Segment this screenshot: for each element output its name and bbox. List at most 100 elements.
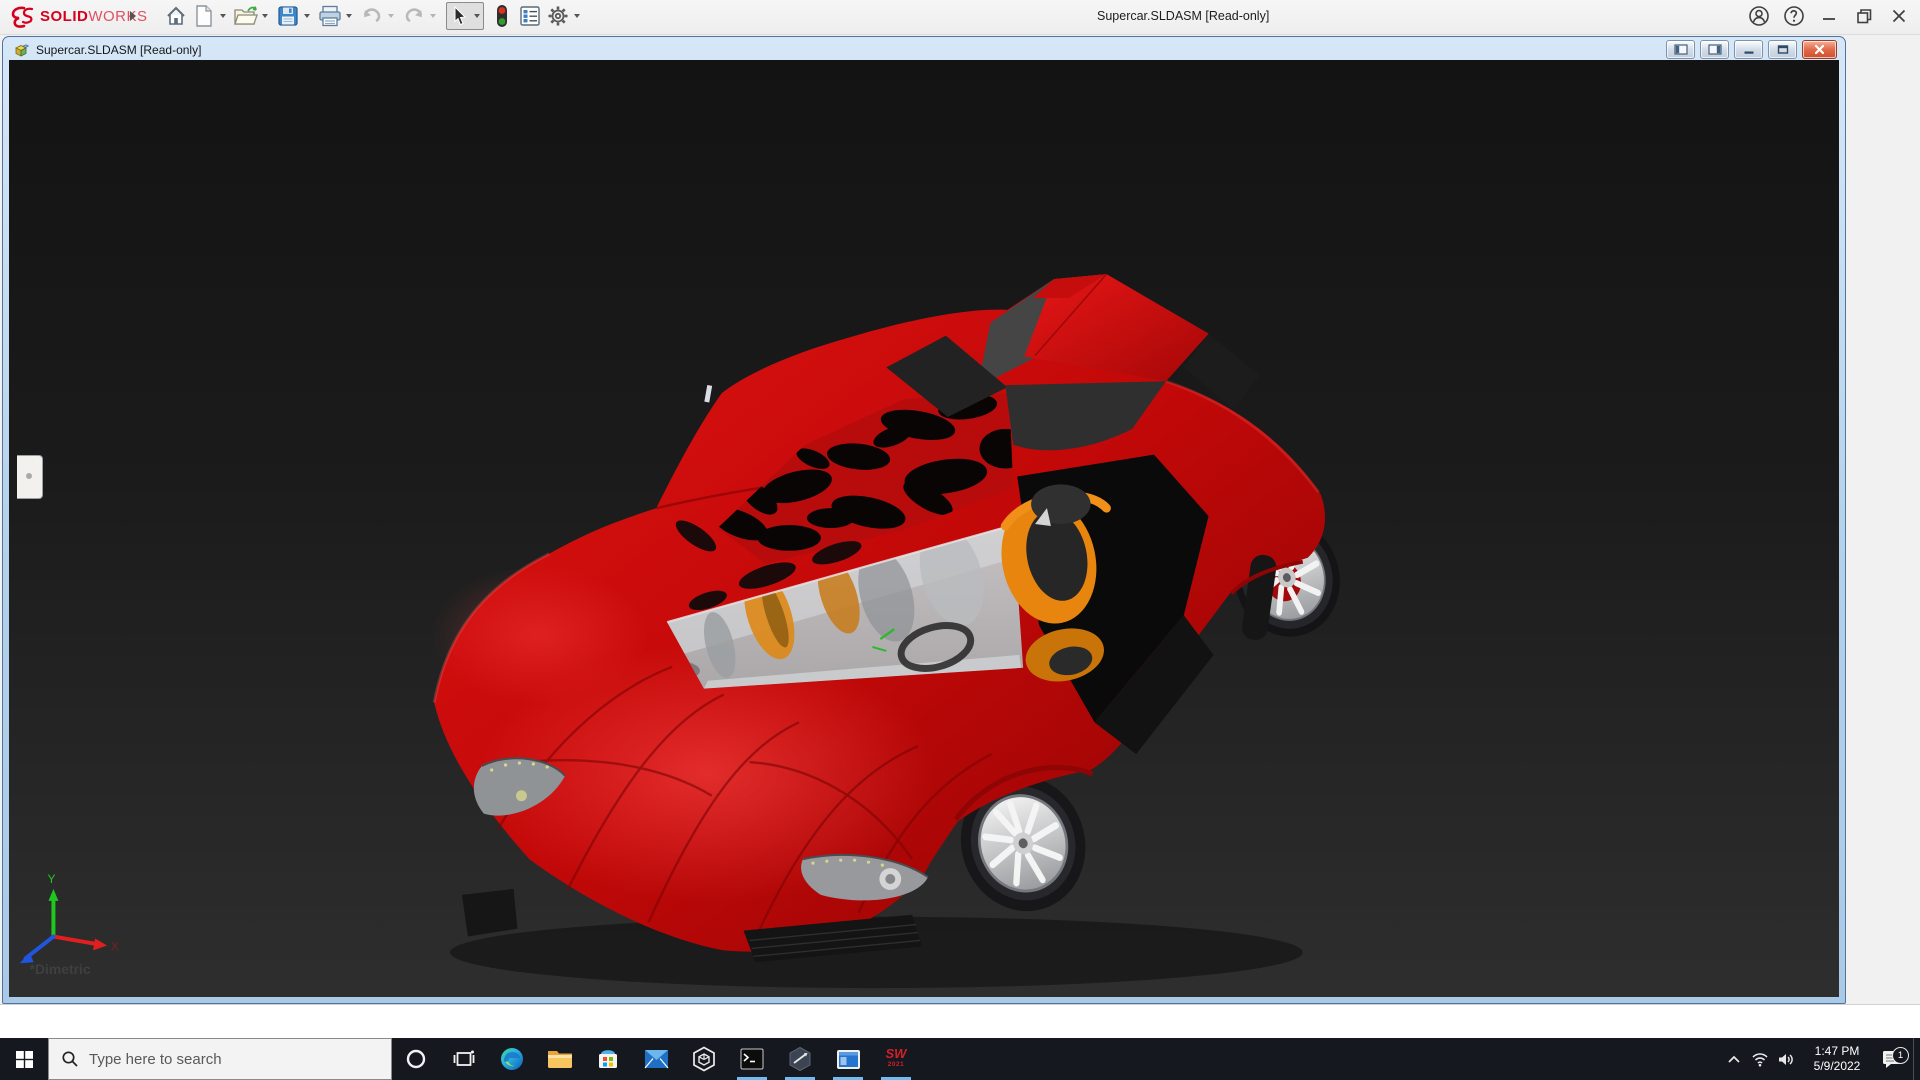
taskbar-terminal[interactable]: [728, 1038, 776, 1080]
system-tray: 1:47 PM 5/9/2022 1: [1721, 1038, 1920, 1080]
start-icon: [16, 1051, 33, 1068]
tray-network[interactable]: [1747, 1052, 1773, 1067]
minimize-icon: [1819, 6, 1839, 26]
tab-grip-dot: [26, 473, 32, 479]
options-button[interactable]: [545, 3, 571, 29]
minimize-button[interactable]: [1816, 3, 1842, 29]
close-icon: [1889, 6, 1909, 26]
tray-chevron-button[interactable]: [1721, 1054, 1747, 1064]
document-window-controls: [1666, 40, 1837, 58]
doc-close-button[interactable]: [1802, 40, 1837, 59]
store-icon: [596, 1047, 620, 1071]
print-button[interactable]: [317, 3, 343, 29]
help-icon: [1783, 5, 1805, 27]
tray-volume[interactable]: [1773, 1052, 1799, 1067]
select-tool-caret[interactable]: [472, 3, 482, 29]
minimize-icon: [1742, 44, 1756, 55]
search-icon: [61, 1050, 79, 1068]
tray-notifications[interactable]: 1: [1875, 1049, 1909, 1069]
speaker-icon: [1777, 1052, 1795, 1067]
close-button[interactable]: [1886, 3, 1912, 29]
traffic-light-button[interactable]: [489, 3, 515, 29]
notification-badge: 1: [1892, 1047, 1909, 1064]
close-icon: [1813, 44, 1826, 55]
print-caret[interactable]: [344, 3, 354, 29]
open-caret[interactable]: [260, 3, 270, 29]
brand-works: WORKS: [88, 8, 147, 25]
restore-button[interactable]: [1851, 3, 1877, 29]
taskbar-search[interactable]: [48, 1038, 392, 1080]
wifi-icon: [1751, 1052, 1769, 1067]
axis-x-label: X: [111, 939, 119, 953]
start-button[interactable]: [0, 1038, 48, 1080]
menu-flyout-arrow-icon[interactable]: [130, 11, 136, 21]
app-window-icon: [836, 1049, 861, 1070]
assembly-icon: [13, 43, 29, 58]
taskbar-3d-viewer[interactable]: [680, 1038, 728, 1080]
taskbar-solidworks[interactable]: SW 2021: [872, 1038, 920, 1080]
axis-y-label: Y: [47, 872, 55, 886]
orientation-triad: Y X: [20, 872, 119, 963]
tray-clock[interactable]: 1:47 PM 5/9/2022: [1805, 1044, 1869, 1074]
display-list-button[interactable]: [517, 3, 543, 29]
print-icon: [318, 5, 342, 27]
taskbar-store[interactable]: [584, 1038, 632, 1080]
select-tool-button[interactable]: [446, 2, 484, 30]
account-icon: [1748, 5, 1770, 27]
undo-caret[interactable]: [386, 3, 396, 29]
taskbar-hexagon-app[interactable]: [776, 1038, 824, 1080]
left-grille: [462, 889, 518, 937]
brand-solid: SOLID: [40, 8, 88, 25]
file-explorer-icon: [547, 1048, 573, 1070]
account-button[interactable]: [1746, 3, 1772, 29]
status-strip: [0, 1004, 1920, 1039]
taskbar-app-window[interactable]: [824, 1038, 872, 1080]
home-icon: [165, 5, 187, 27]
feature-tree-collapse-tab[interactable]: [17, 455, 43, 499]
new-document-button[interactable]: [191, 3, 217, 29]
redo-caret[interactable]: [428, 3, 438, 29]
taskbar-mail[interactable]: [632, 1038, 680, 1080]
cortana-icon: [405, 1048, 427, 1070]
document-title: Supercar.SLDASM [Read-only]: [36, 43, 201, 57]
document-titlebar[interactable]: Supercar.SLDASM [Read-only]: [13, 40, 201, 60]
pane-left-button[interactable]: [1666, 40, 1695, 59]
new-document-icon: [195, 5, 213, 27]
doc-minimize-button[interactable]: [1734, 40, 1763, 59]
tray-time: 1:47 PM: [1805, 1044, 1869, 1059]
doc-restore-button[interactable]: [1768, 40, 1797, 59]
help-button[interactable]: [1781, 3, 1807, 29]
taskbar-file-explorer[interactable]: [536, 1038, 584, 1080]
3d-viewer-icon: [692, 1046, 716, 1072]
home-button[interactable]: [163, 3, 189, 29]
restore-icon: [1776, 44, 1790, 55]
app-window-controls: [1746, 0, 1912, 32]
taskbar-cortana[interactable]: [392, 1038, 440, 1080]
search-input[interactable]: [87, 1050, 361, 1069]
select-cursor-icon: [452, 6, 468, 26]
pane-right-button[interactable]: [1700, 40, 1729, 59]
undo-button[interactable]: [359, 3, 385, 29]
traffic-light-icon: [495, 4, 509, 28]
app-title: Supercar.SLDASM [Read-only]: [1097, 9, 1269, 23]
graphics-viewport[interactable]: Y X *Dimetric: [9, 60, 1839, 997]
redo-button[interactable]: [401, 3, 427, 29]
chevron-up-icon: [1727, 1054, 1741, 1064]
open-button[interactable]: [233, 3, 259, 29]
view-orientation-label: *Dimetric: [30, 961, 91, 977]
taskbar-task-view[interactable]: [440, 1038, 488, 1080]
document-window: Supercar.SLDASM [Read-only]: [2, 36, 1846, 1004]
save-icon: [277, 5, 299, 27]
edge-icon: [499, 1046, 525, 1072]
options-caret[interactable]: [572, 3, 582, 29]
new-document-caret[interactable]: [218, 3, 228, 29]
save-caret[interactable]: [302, 3, 312, 29]
restore-icon: [1854, 6, 1874, 26]
save-button[interactable]: [275, 3, 301, 29]
terminal-icon: [740, 1048, 764, 1070]
redo-icon: [402, 6, 426, 26]
taskbar-edge[interactable]: [488, 1038, 536, 1080]
show-desktop-button[interactable]: [1913, 1038, 1920, 1080]
task-view-icon: [453, 1048, 475, 1070]
mail-icon: [644, 1049, 669, 1069]
